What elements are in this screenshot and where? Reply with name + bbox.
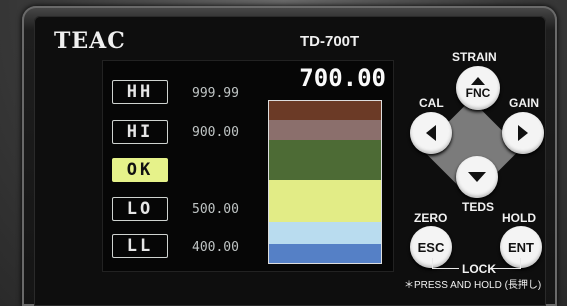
arrow-up-icon: [471, 76, 485, 85]
gain-label: GAIN: [509, 96, 539, 110]
teds-down-button[interactable]: [456, 156, 498, 198]
bar-segment-hh: [268, 100, 382, 120]
threshold-hi: 900.00: [192, 125, 239, 140]
press-and-hold-note: ＊PRESS AND HOLD (長押し): [404, 280, 542, 291]
level-tag-hi: HI: [112, 120, 168, 144]
threshold-ll: 400.00: [192, 240, 239, 255]
threshold-lo: 500.00: [192, 202, 239, 217]
measured-value: 700.00: [299, 64, 386, 92]
gain-right-button[interactable]: [502, 112, 544, 154]
level-tag-ll: LL: [112, 234, 168, 258]
cal-left-button[interactable]: [410, 112, 452, 154]
threshold-hh: 999.99: [192, 86, 239, 101]
lock-label: LOCK: [462, 262, 496, 276]
bar-segment-ll-upper: [268, 222, 382, 244]
bar-segment-lo: [268, 180, 382, 222]
strain-label: STRAIN: [452, 50, 497, 64]
teds-label: TEDS: [462, 200, 495, 214]
brand-logo: TEAC: [54, 28, 126, 54]
arrow-down-icon: [468, 172, 486, 182]
bar-segment-hi: [268, 120, 382, 140]
lock-bracket-left: [432, 258, 459, 269]
cal-label: CAL: [419, 96, 444, 110]
level-tag-hh: HH: [112, 80, 168, 104]
model-name: TD-700T: [300, 33, 360, 50]
fnc-up-button[interactable]: FNC: [456, 66, 500, 110]
level-tag-ok: OK: [112, 158, 168, 182]
hold-label: HOLD: [502, 211, 536, 225]
arrow-left-icon: [426, 125, 436, 141]
level-tag-lo: LO: [112, 197, 168, 221]
zero-label: ZERO: [414, 211, 448, 225]
fnc-label: FNC: [465, 85, 491, 100]
bar-segment-ok: [268, 140, 382, 180]
bar-segment-ll: [268, 244, 382, 264]
arrow-right-icon: [518, 125, 528, 141]
